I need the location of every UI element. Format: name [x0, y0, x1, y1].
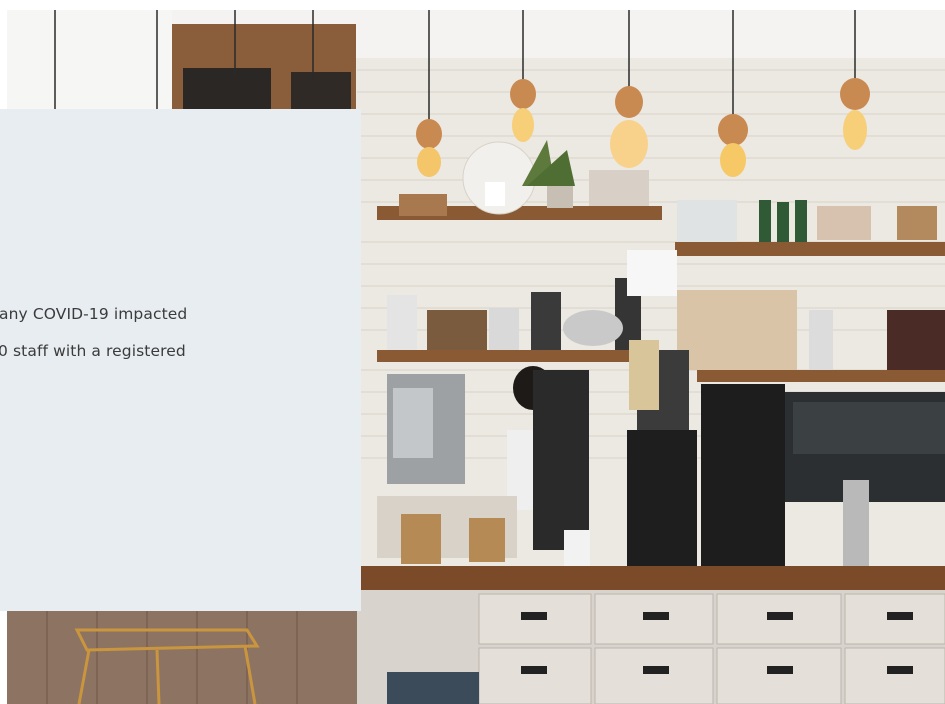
- page: any COVID-19 impacted 0 staff with a reg…: [0, 0, 945, 704]
- info-text-line: any COVID-19 impacted: [0, 305, 188, 323]
- info-text-line: 0 staff with a registered: [0, 342, 186, 360]
- info-panel: any COVID-19 impacted 0 staff with a reg…: [0, 109, 361, 611]
